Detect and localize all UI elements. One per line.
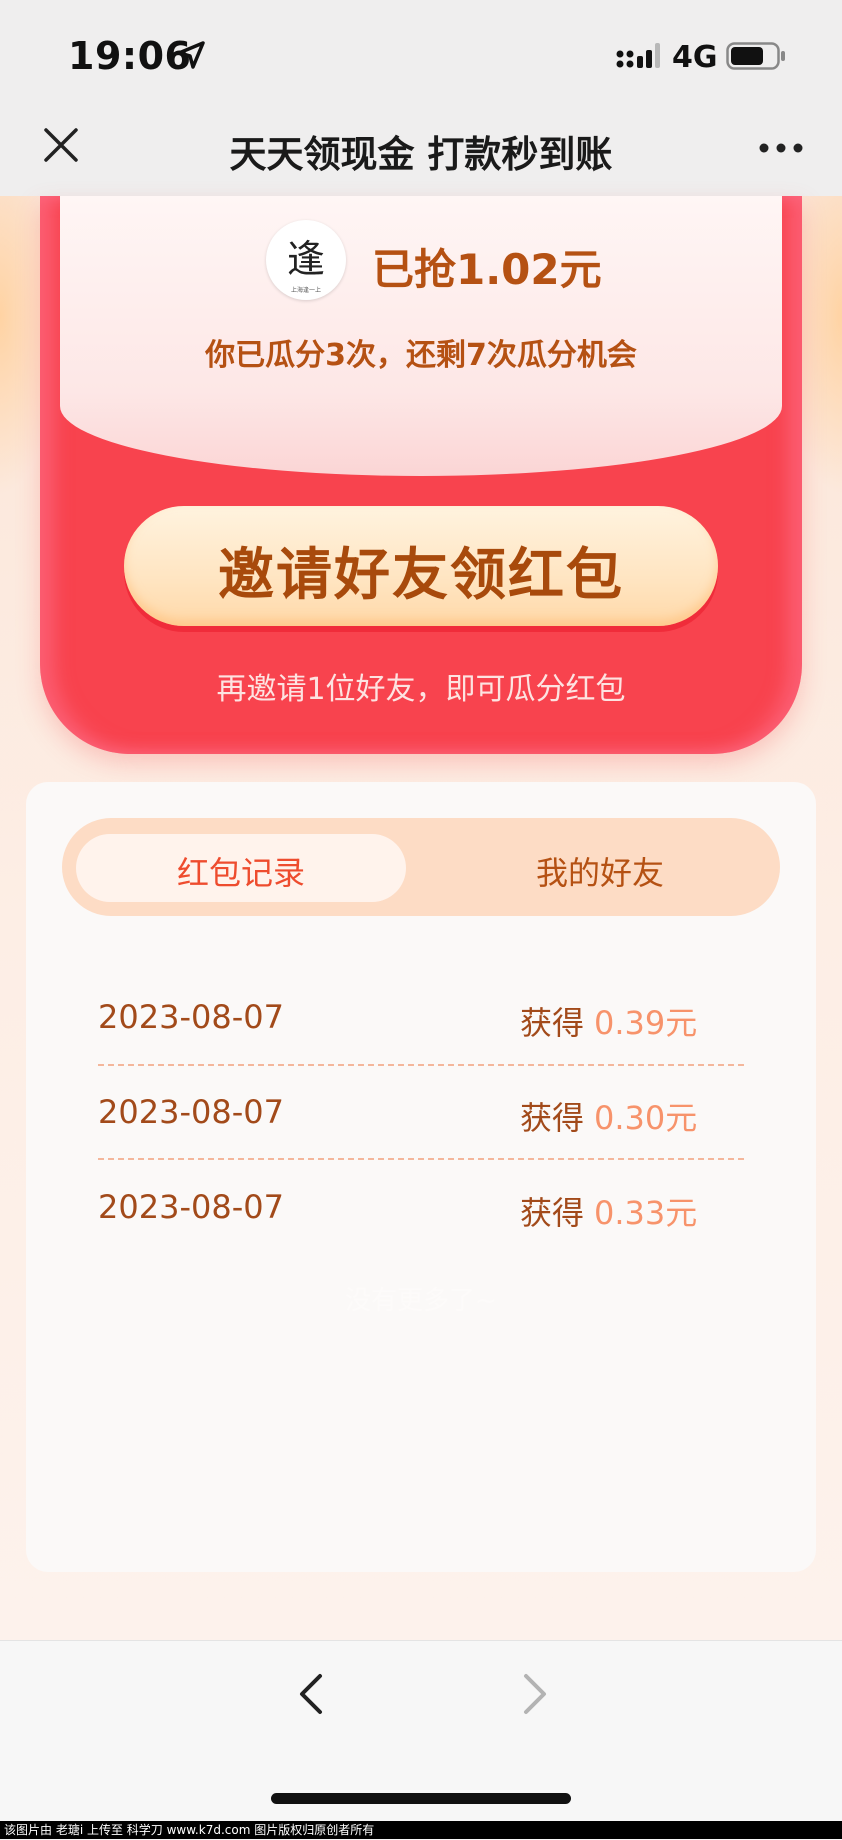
- avatar: 逢 上海逢一上: [266, 220, 346, 300]
- avatar-text: 逢: [287, 237, 325, 281]
- list-item: 2023-08-07 获得 0.39元: [98, 998, 744, 1058]
- bottom-toolbar: [0, 1640, 842, 1840]
- share-info: 你已瓜分3次，还剩7次瓜分机会: [205, 338, 637, 373]
- list-item: 2023-08-07 获得 0.30元: [98, 1093, 744, 1153]
- record-amount: 0.33元: [594, 1194, 698, 1232]
- more-icon[interactable]: [756, 124, 806, 164]
- invite-button-label[interactable]: 邀请好友领红包: [124, 530, 718, 611]
- home-indicator: [271, 1793, 571, 1804]
- record-gain-label: 获得: [520, 1194, 585, 1232]
- avatar-logo: 逢 上海逢一上: [268, 222, 344, 298]
- avatar-caption: 上海逢一上: [291, 286, 321, 294]
- grabbed-amount: 已抢1.02元: [372, 245, 602, 294]
- chevron-left-icon[interactable]: [290, 1670, 334, 1718]
- divider: [98, 1064, 744, 1066]
- no-more-text: 没有更多了~: [345, 1286, 497, 1316]
- record-date: 2023-08-07: [98, 1093, 284, 1131]
- invite-hint: 再邀请1位好友，即可瓜分红包: [216, 672, 626, 707]
- list-item: 2023-08-07 获得 0.33元: [98, 1188, 744, 1248]
- watermark-text: 该图片由 老瑭i 上传至 科学刀 www.k7d.com 图片版权归原创者所有: [0, 1821, 842, 1839]
- record-date: 2023-08-07: [98, 998, 284, 1036]
- page-title: 天天领现金 打款秒到账: [229, 133, 613, 176]
- network-label: 4G: [672, 40, 718, 75]
- record-amount: 0.30元: [594, 1099, 698, 1137]
- tab-my-friends-label[interactable]: 我的好友: [430, 848, 770, 894]
- record-gain-label: 获得: [520, 1004, 585, 1042]
- location-arrow-icon: [177, 41, 205, 69]
- signal-icon: [616, 43, 660, 68]
- chevron-right-icon[interactable]: [512, 1670, 556, 1718]
- record-date: 2023-08-07: [98, 1188, 284, 1226]
- battery-icon: [726, 42, 785, 70]
- divider: [98, 1158, 744, 1160]
- record-gain-label: 获得: [520, 1099, 585, 1137]
- tab-red-packet-records-label[interactable]: 红包记录: [76, 848, 406, 894]
- status-time: 19:06: [68, 34, 192, 78]
- record-amount: 0.39元: [594, 1004, 698, 1042]
